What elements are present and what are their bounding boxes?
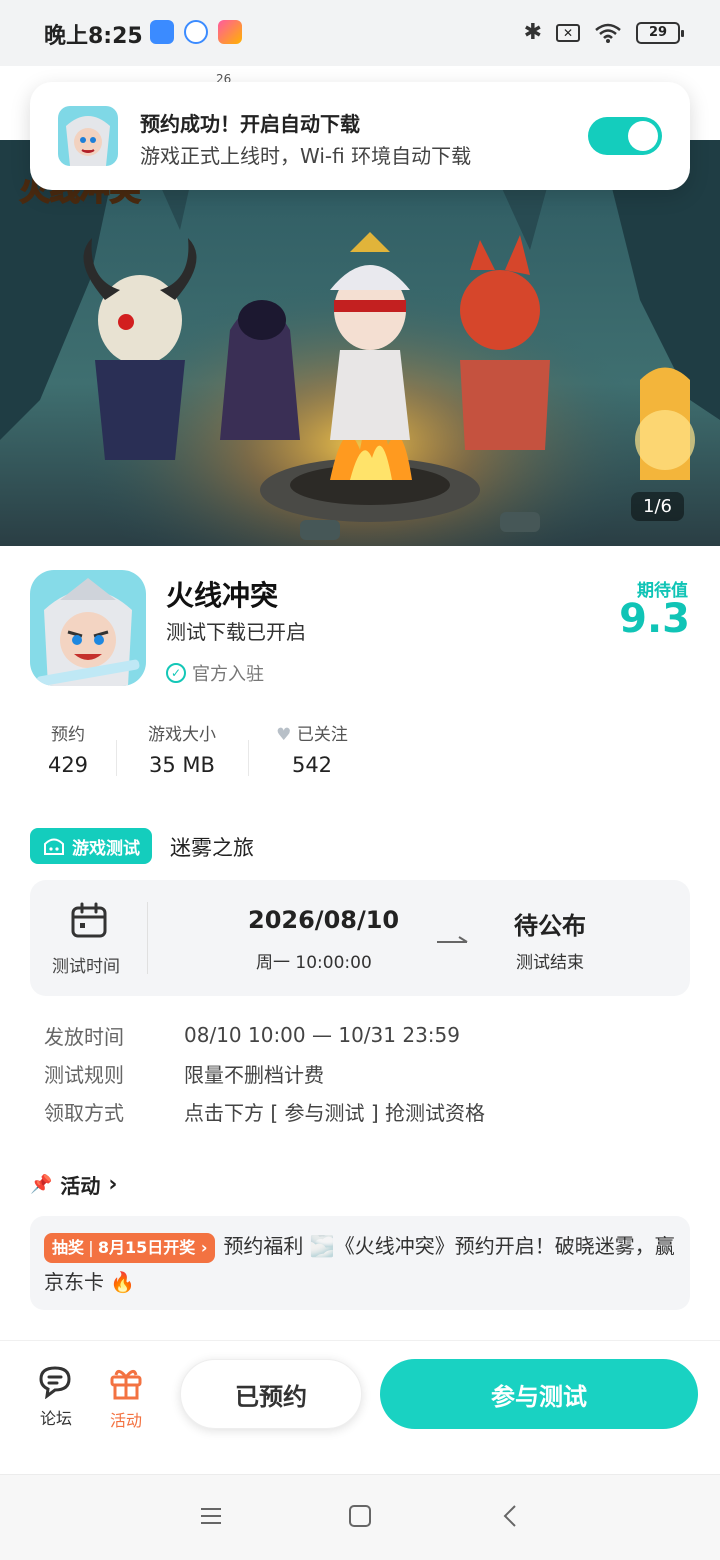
notification-title: 预约成功！开启自动下载 (140, 112, 360, 136)
stat-followers[interactable]: ♥ 已关注 542 (270, 720, 354, 777)
battery-icon: 29 (636, 21, 684, 44)
test-end-date: 待公布 (514, 912, 586, 940)
hero-artwork: 火线冲突 (0, 140, 720, 546)
activity-heading: 活动 (60, 1174, 101, 1198)
bluetooth-icon: ✱ (523, 20, 542, 45)
stat-value: 542 (291, 753, 333, 777)
test-info-rows: 发放时间 08/10 10:00 — 10/31 23:59 测试规则 限量不删… (44, 1016, 485, 1130)
test-time-card: 测试时间 2026/08/10 周一 10:00:00 待公布 测试结束 (30, 880, 690, 996)
status-bar: 晚上8:25 ✱ ✕ 29 26 (0, 0, 720, 86)
stat-divider (116, 740, 117, 776)
system-nav-bar (0, 1474, 720, 1560)
game-title: 火线冲突 (166, 579, 279, 612)
auto-download-toggle[interactable] (588, 117, 662, 155)
game-test-tag-label: 游戏测试 (72, 838, 140, 859)
back-icon[interactable] (498, 1503, 524, 1529)
menu-icon[interactable] (198, 1503, 224, 1529)
test-name: 迷雾之旅 (170, 836, 254, 860)
activity-header[interactable]: 📌 活动 › (30, 1170, 118, 1199)
pin-icon: 📌 (30, 1174, 53, 1195)
info-value: 08/10 10:00 — 10/31 23:59 (184, 1023, 460, 1047)
stat-label: 预约 (51, 725, 85, 745)
game-app-icon (218, 20, 242, 44)
test-tag-icon (44, 838, 64, 855)
heart-icon: ♥ (276, 725, 292, 745)
test-end-label: 测试结束 (516, 953, 584, 973)
arrow-right-icon (437, 936, 468, 943)
calendar-app-icon (150, 20, 174, 44)
forum-label: 论坛 (39, 1409, 72, 1428)
forum-button[interactable]: 论坛 (26, 1365, 86, 1429)
info-value: 限量不删档计费 (184, 1062, 324, 1087)
ifly-app-icon (184, 20, 208, 44)
rating-value: 9.3 (619, 596, 690, 642)
stat-label: ♥ 已关注 (276, 725, 348, 745)
info-key: 领取方式 (44, 1100, 124, 1125)
gift-icon (110, 1370, 142, 1400)
activity-card[interactable]: 抽奖 | 8月15日开奖 › 预约福利 🌫️《火线冲突》预约开启！破晓迷雾，赢京东卡 … (30, 1216, 690, 1310)
info-key: 测试规则 (44, 1062, 124, 1087)
activity-content: 抽奖 | 8月15日开奖 › 预约福利 🌫️《火线冲突》预约开启！破晓迷雾，赢京东卡 … (44, 1228, 676, 1300)
status-time: 晚上8:25 (44, 24, 143, 49)
game-test-tag: 游戏测试 (30, 828, 152, 864)
lottery-badge: 抽奖 | 8月15日开奖 › (44, 1232, 216, 1263)
stat-divider (248, 740, 249, 776)
stat-size: 游戏大小 35 MB (140, 720, 224, 777)
info-key: 发放时间 (44, 1024, 124, 1049)
test-start-time: 周一 10:00:00 (256, 953, 372, 973)
check-circle-icon: ✓ (166, 663, 186, 683)
game-subtitle: 测试下载已开启 (166, 620, 306, 644)
calendar-icon (71, 902, 107, 938)
test-card-divider (147, 902, 148, 974)
stat-value: 429 (47, 753, 89, 777)
info-row-issue-time: 发放时间 08/10 10:00 — 10/31 23:59 (44, 1016, 485, 1054)
stat-label: 游戏大小 (148, 725, 216, 745)
activity-tab-label: 活动 (109, 1411, 142, 1430)
reserved-button[interactable]: 已预约 (180, 1359, 362, 1429)
official-label: 官方入驻 (192, 664, 264, 685)
info-value: 点击下方 [ 参与测试 ] 抢测试资格 (184, 1100, 486, 1125)
bottom-action-bar: 论坛 活动 已预约 参与测试 (0, 1340, 720, 1472)
status-app-icons (150, 20, 242, 44)
hero-banner[interactable]: 火线冲突 1/6 (0, 140, 720, 546)
notification-subtitle: 游戏正式上线时，Wi-fi 环境自动下载 (140, 144, 472, 168)
status-right: ✱ ✕ 29 (523, 20, 684, 45)
wifi-icon (595, 23, 621, 43)
auto-download-notification: 预约成功！开启自动下载 游戏正式上线时，Wi-fi 环境自动下载 (30, 82, 690, 190)
forum-icon (39, 1366, 71, 1400)
game-stats: 预约 429 游戏大小 35 MB ♥ 已关注 542 (0, 720, 720, 780)
lottery-badge-date: 8月15日开奖 (97, 1237, 196, 1257)
sim-off-icon: ✕ (556, 23, 580, 42)
activity-tab-button[interactable]: 活动 (96, 1365, 156, 1431)
chevron-right-icon: › (108, 1172, 118, 1197)
stat-value: 35 MB (149, 753, 215, 777)
info-row-claim: 领取方式 点击下方 [ 参与测试 ] 抢测试资格 (44, 1092, 485, 1130)
lottery-badge-main: 抽奖 (52, 1237, 85, 1257)
toggle-knob (628, 121, 658, 151)
home-icon[interactable] (347, 1503, 373, 1529)
test-start-date: 2026/08/10 (248, 906, 400, 934)
test-time-label: 测试时间 (52, 957, 120, 977)
join-test-button[interactable]: 参与测试 (380, 1359, 698, 1429)
hero-page-counter: 1/6 (631, 492, 684, 521)
official-badge: ✓ 官方入驻 (166, 660, 264, 686)
notification-game-icon (58, 106, 118, 166)
stat-reservations: 预约 429 (40, 720, 96, 777)
info-row-rules: 测试规则 限量不删档计费 (44, 1054, 485, 1092)
game-icon (30, 570, 146, 686)
